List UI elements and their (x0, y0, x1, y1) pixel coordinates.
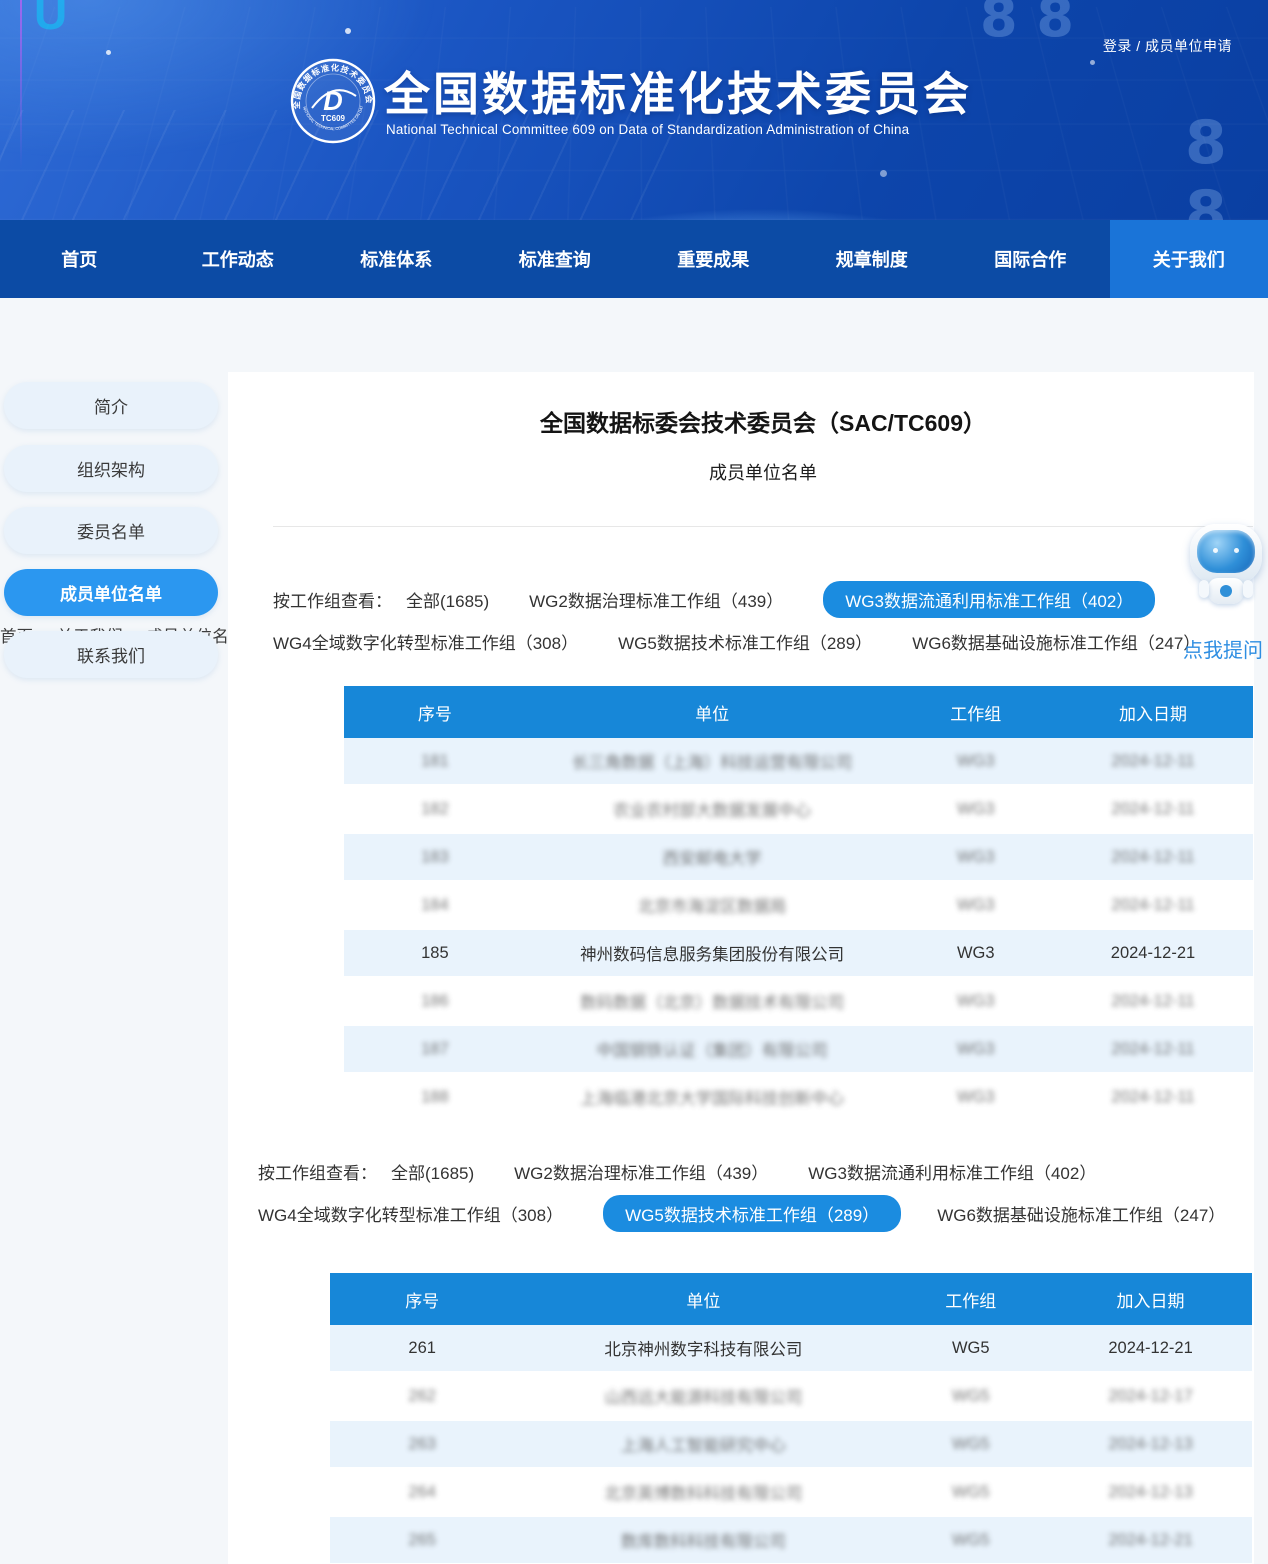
table-row: 262山西远大能源科技有限公司WG52024-12-17 (330, 1373, 1252, 1421)
table-row: 188上海临港北京大学国际科技创新中心WG32024-12-11 (344, 1074, 1253, 1122)
site-title: 全国数据标准化技术委员会 (384, 58, 1024, 124)
banner-dot (106, 50, 111, 55)
sidebar-item-contact[interactable]: 联系我们 (4, 631, 218, 678)
nav-home[interactable]: 首页 (0, 220, 159, 298)
banner-dot (345, 28, 351, 34)
workgroup-filter-section-2: 按工作组查看： 全部(1685) WG2数据治理标准工作组（439） WG3数据… (258, 1154, 1158, 1230)
page-title: 全国数据标委会技术委员会（SAC/TC609） (273, 404, 1253, 438)
member-table-wg5: 序号 单位 工作组 加入日期 261北京神州数字科技有限公司WG52024-12… (330, 1273, 1252, 1564)
table-row: 183西安邮电大学WG32024-12-11 (344, 834, 1253, 882)
col-header-org: 单位 (526, 700, 899, 725)
table-row-highlighted: 261北京神州数字科技有限公司WG52024-12-21 (330, 1325, 1252, 1373)
nav-achievements[interactable]: 重要成果 (634, 220, 793, 298)
login-apply-link[interactable]: 登录 / 成员单位申请 (1103, 36, 1232, 56)
table-row-highlighted: 185神州数码信息服务集团股份有限公司WG32024-12-21 (344, 930, 1253, 978)
table-row: 186数码数据（北京）数据技术有限公司WG32024-12-11 (344, 978, 1253, 1026)
ask-me-button[interactable]: 点我提问 (1178, 634, 1268, 663)
col-header-no: 序号 (344, 700, 526, 725)
sidebar-item-intro[interactable]: 简介 (4, 382, 218, 429)
main-navigation: 首页 工作动态 标准体系 标准查询 重要成果 规章制度 国际合作 关于我们 (0, 220, 1268, 298)
col-header-org: 单位 (514, 1287, 892, 1312)
breadcrumb-bar: 首页>关于我们>成员单位名单 (0, 298, 1268, 372)
banner-digits-decoration: 8 8 (1185, 108, 1268, 220)
banner-digits-decoration: 8 8 (980, 0, 1074, 49)
filter-all[interactable]: 全部(1685) (406, 587, 489, 612)
filter-wg2[interactable]: WG2数据治理标准工作组（439） (514, 1159, 768, 1184)
member-table-wg3: 序号 单位 工作组 加入日期 181长三角数据（上海）科技运营有限公司WG320… (344, 686, 1253, 1122)
logo-code: TC609 (321, 114, 346, 123)
nav-international[interactable]: 国际合作 (951, 220, 1110, 298)
robot-head-icon (1190, 524, 1262, 584)
sidebar-item-structure[interactable]: 组织架构 (4, 445, 218, 492)
col-header-no: 序号 (330, 1287, 514, 1312)
filter-wg2[interactable]: WG2数据治理标准工作组（439） (529, 587, 783, 612)
filter-wg5-active[interactable]: WG5数据技术标准工作组（289） (603, 1195, 901, 1232)
filter-wg5[interactable]: WG5数据技术标准工作组（289） (618, 629, 872, 654)
page-subtitle: 成员单位名单 (273, 459, 1253, 485)
table-row: 182农业农村部大数据发展中心WG32024-12-11 (344, 786, 1253, 834)
chat-assistant-robot[interactable] (1186, 524, 1266, 604)
filter-label: 按工作组查看： (273, 587, 392, 612)
filter-wg6[interactable]: WG6数据基础设施标准工作组（247） (912, 629, 1200, 654)
col-header-wg: 工作组 (898, 700, 1053, 725)
sidebar-item-committee-list[interactable]: 委员名单 (4, 507, 218, 554)
filter-wg3-active[interactable]: WG3数据流通利用标准工作组（402） (823, 581, 1155, 618)
banner-dot (1090, 60, 1095, 65)
robot-body-icon (1208, 578, 1244, 604)
table-header-row: 序号 单位 工作组 加入日期 (330, 1273, 1252, 1325)
col-header-wg: 工作组 (892, 1287, 1049, 1312)
table-row: 184北京市海淀区数据局WG32024-12-11 (344, 882, 1253, 930)
nav-work-news[interactable]: 工作动态 (159, 220, 318, 298)
filter-label: 按工作组查看： (258, 1159, 377, 1184)
filter-wg6[interactable]: WG6数据基础设施标准工作组（247） (937, 1201, 1225, 1226)
filter-all[interactable]: 全部(1685) (391, 1159, 474, 1184)
nav-standard-query[interactable]: 标准查询 (476, 220, 635, 298)
banner-dot (880, 170, 887, 177)
table-row: 187中国钢铁认证（集团）有限公司WG32024-12-11 (344, 1026, 1253, 1074)
filter-wg4[interactable]: WG4全域数字化转型标准工作组（308） (258, 1201, 563, 1226)
nav-about-us[interactable]: 关于我们 (1110, 220, 1268, 298)
title-divider (273, 526, 1253, 527)
site-subtitle: National Technical Committee 609 on Data… (386, 122, 909, 137)
table-header-row: 序号 单位 工作组 加入日期 (344, 686, 1253, 738)
table-row: 265数库数科科技有限公司WG52024-12-21 (330, 1517, 1252, 1564)
col-header-date: 加入日期 (1049, 1287, 1252, 1312)
col-header-date: 加入日期 (1053, 700, 1253, 725)
nav-standard-system[interactable]: 标准体系 (317, 220, 476, 298)
banner-glow-bottom (480, 150, 1040, 220)
workgroup-filter-section-1: 按工作组查看： 全部(1685) WG2数据治理标准工作组（439） WG3数据… (273, 582, 1173, 658)
robot-face-icon (1197, 530, 1255, 573)
nav-regulations[interactable]: 规章制度 (793, 220, 952, 298)
banner-vertical-line (20, 0, 22, 170)
filter-wg3[interactable]: WG3数据流通利用标准工作组（402） (808, 1159, 1096, 1184)
banner-circuit-glyph: U (34, 0, 67, 40)
page: U 8 8 8 8 登录 / 成员单位申请 全国数据标准化技术委员会 NATIO… (0, 0, 1268, 1564)
header-banner: U 8 8 8 8 登录 / 成员单位申请 全国数据标准化技术委员会 NATIO… (0, 0, 1268, 220)
table-row: 263上海人工智能研究中心WG52024-12-13 (330, 1421, 1252, 1469)
sidebar-item-member-units[interactable]: 成员单位名单 (4, 569, 218, 616)
table-row: 181长三角数据（上海）科技运营有限公司WG32024-12-11 (344, 738, 1253, 786)
filter-wg4[interactable]: WG4全域数字化转型标准工作组（308） (273, 629, 578, 654)
committee-logo: 全国数据标准化技术委员会 NATIONAL TECHNICAL COMMITTE… (290, 58, 376, 144)
table-row: 264北京英博数科科技有限公司WG52024-12-13 (330, 1469, 1252, 1517)
logo-letter: D (323, 86, 343, 116)
